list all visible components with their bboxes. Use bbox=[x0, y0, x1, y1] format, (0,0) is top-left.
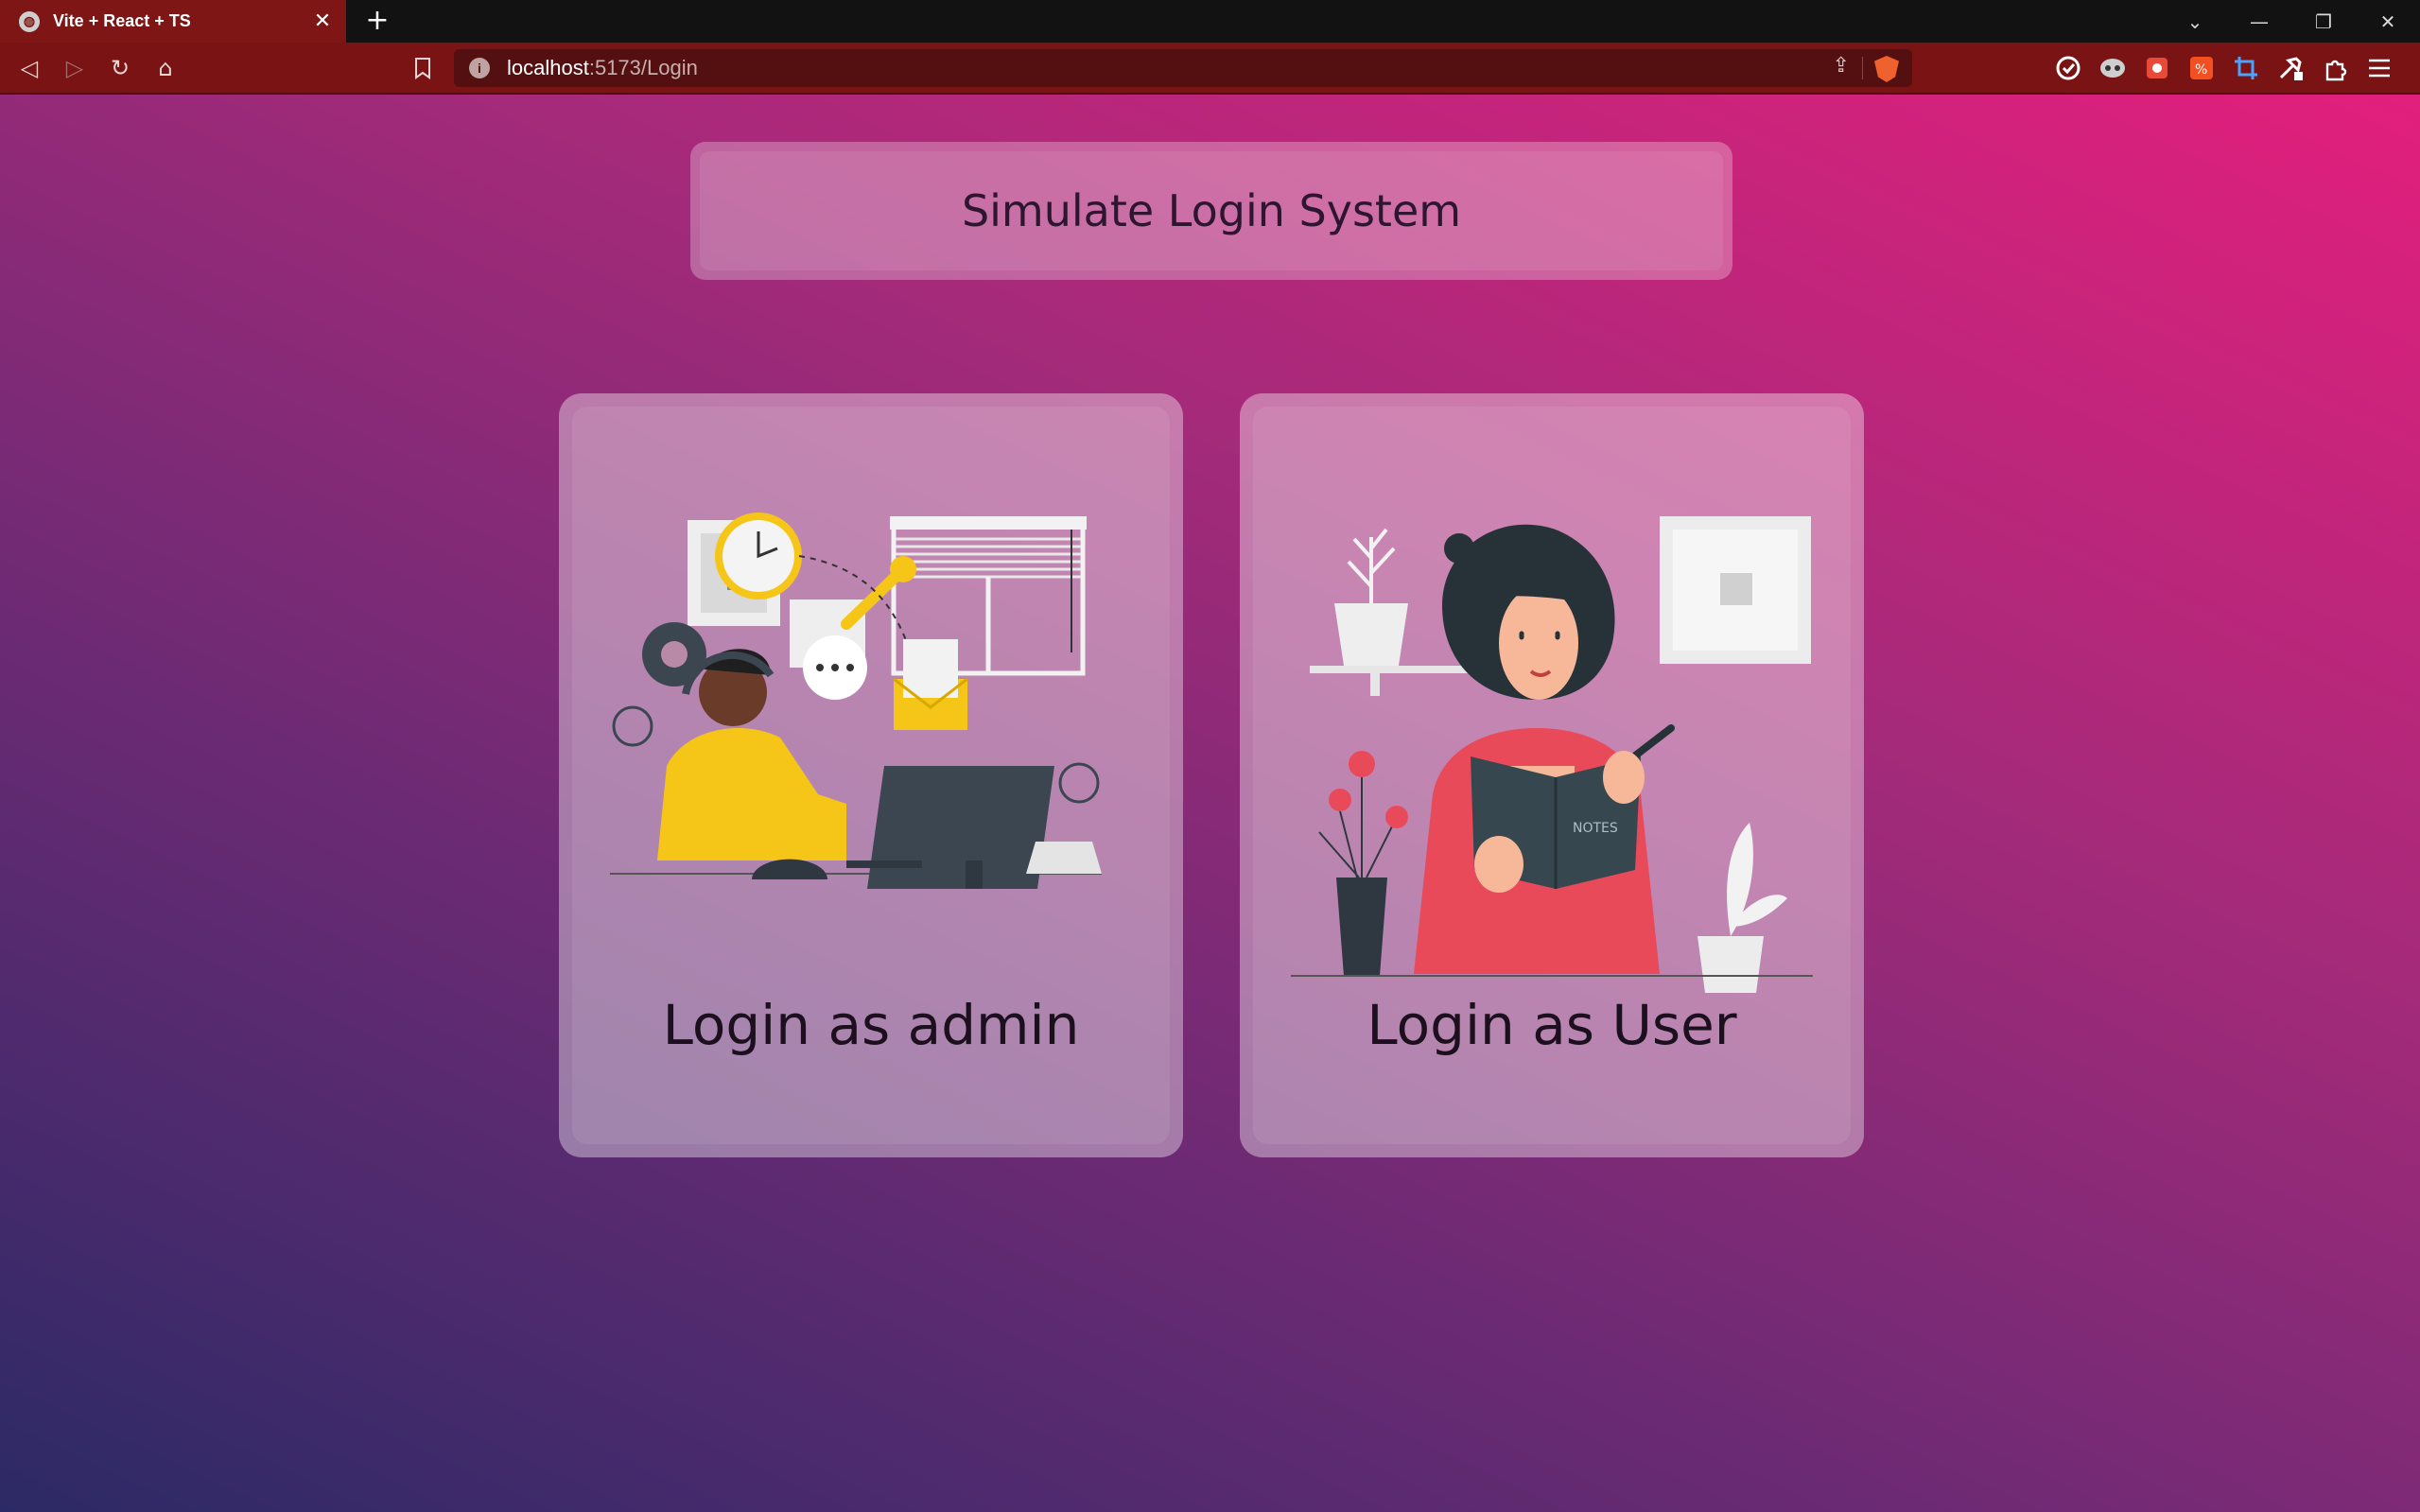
brave-shields-icon[interactable] bbox=[1874, 56, 1899, 82]
tab-title: Vite + React + TS bbox=[53, 11, 191, 30]
extensions-bar: % bbox=[2052, 52, 2395, 84]
login-admin-card-inner[interactable]: Login as admin bbox=[572, 407, 1170, 1144]
login-user-label: Login as User bbox=[1367, 993, 1737, 1057]
url-divider bbox=[1862, 57, 1863, 79]
shield-icon[interactable] bbox=[2052, 52, 2084, 84]
navigation-toolbar: ◁ ▷ ↻ ⌂ i localhost:5173/Login ⇪ % bbox=[0, 43, 2420, 94]
login-admin-card[interactable]: Login as admin bbox=[559, 393, 1183, 1157]
tab-strip: ◍ Vite + React + TS ✕ + ⌄ — ❐ ✕ bbox=[0, 0, 2420, 43]
home-button[interactable]: ⌂ bbox=[149, 52, 182, 84]
restore-button[interactable]: ❐ bbox=[2291, 0, 2356, 43]
site-info-icon[interactable]: i bbox=[469, 58, 490, 78]
url-host: localhost bbox=[507, 56, 589, 79]
svg-text:%: % bbox=[2195, 62, 2207, 78]
reload-button[interactable]: ↻ bbox=[104, 52, 136, 84]
minimize-button[interactable]: — bbox=[2227, 0, 2291, 43]
hammer-icon[interactable] bbox=[2274, 52, 2307, 84]
user-illustration: NOTES bbox=[1291, 516, 1813, 993]
new-tab-button[interactable]: + bbox=[361, 6, 393, 38]
login-admin-label: Login as admin bbox=[662, 993, 1080, 1057]
page-title: Simulate Login System bbox=[700, 151, 1723, 270]
tab-list-button[interactable]: ⌄ bbox=[2163, 0, 2227, 43]
title-panel: Simulate Login System bbox=[690, 142, 1732, 280]
url-text[interactable]: localhost:5173/Login bbox=[507, 56, 698, 80]
url-path: :5173/Login bbox=[588, 56, 698, 79]
menu-icon[interactable] bbox=[2363, 52, 2395, 84]
puzzle-icon[interactable] bbox=[2319, 52, 2351, 84]
puzzle-red-icon[interactable] bbox=[2141, 52, 2173, 84]
bookmark-icon[interactable] bbox=[407, 52, 439, 84]
window-controls: ⌄ — ❐ ✕ bbox=[2163, 0, 2420, 43]
crop-icon[interactable] bbox=[2230, 52, 2262, 84]
back-button[interactable]: ◁ bbox=[13, 52, 45, 84]
tab-close-button[interactable]: ✕ bbox=[310, 9, 335, 33]
window-close-button[interactable]: ✕ bbox=[2356, 0, 2420, 43]
login-user-card-inner[interactable]: NOTES Login as User bbox=[1253, 407, 1851, 1144]
active-tab[interactable]: ◍ Vite + React + TS ✕ bbox=[0, 0, 346, 43]
forward-button[interactable]: ▷ bbox=[59, 52, 91, 84]
share-icon[interactable]: ⇪ bbox=[1833, 54, 1850, 78]
login-user-card[interactable]: NOTES Login as User bbox=[1240, 393, 1864, 1157]
translate-icon[interactable]: % bbox=[2185, 52, 2218, 84]
login-page: Simulate Login System Login as admin NOT… bbox=[0, 95, 2420, 1512]
address-bar[interactable]: i localhost:5173/Login ⇪ bbox=[454, 49, 1912, 87]
mask-icon[interactable] bbox=[2097, 52, 2129, 84]
globe-icon: ◍ bbox=[19, 10, 40, 32]
admin-illustration bbox=[610, 513, 1102, 889]
notes-cover-text: NOTES bbox=[1573, 821, 1618, 836]
